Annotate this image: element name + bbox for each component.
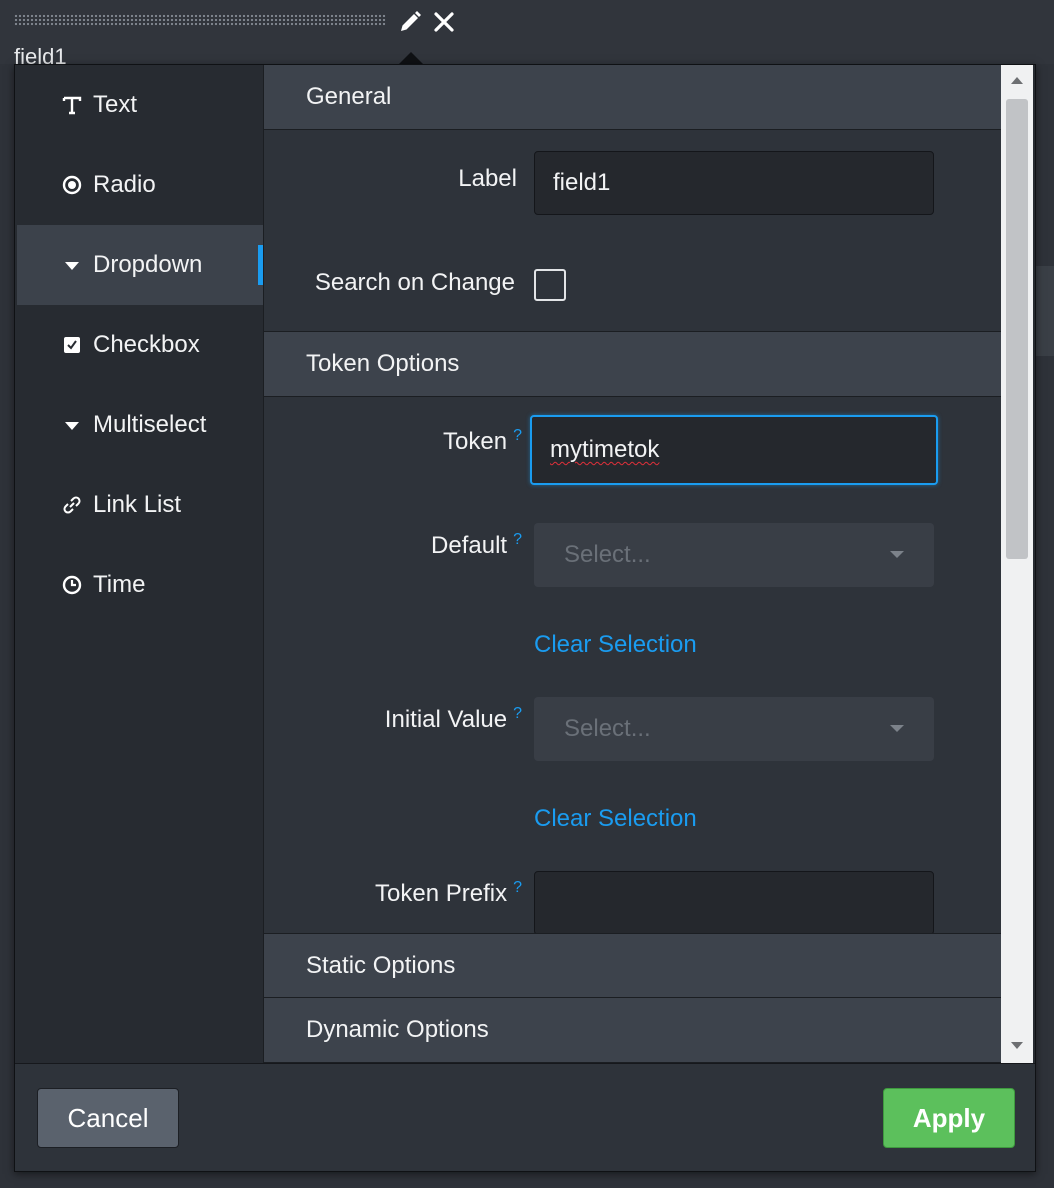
- label-field-label: Label: [458, 165, 517, 192]
- scroll-up-arrow-icon[interactable]: [1011, 77, 1023, 84]
- help-icon[interactable]: ?: [513, 879, 522, 896]
- token-label-text: Token: [443, 428, 508, 455]
- input-type-label: Dropdown: [93, 251, 203, 278]
- scroll-down-arrow-icon[interactable]: [1011, 1042, 1023, 1049]
- chevron-down-icon: [890, 725, 904, 732]
- pencil-icon[interactable]: [396, 8, 424, 36]
- search-on-change-checkbox[interactable]: [534, 269, 566, 301]
- close-icon[interactable]: [430, 8, 458, 36]
- section-token-options-title: Token Options: [306, 350, 460, 377]
- section-general-title: General: [306, 83, 392, 110]
- input-type-link-list[interactable]: Link List: [17, 465, 263, 545]
- default-select-placeholder: Select...: [564, 541, 651, 568]
- initial-value-select[interactable]: Select...: [534, 697, 934, 761]
- caret-down-icon: [61, 414, 83, 436]
- radio-icon: [61, 174, 83, 196]
- apply-button[interactable]: Apply: [883, 1088, 1015, 1148]
- panel-header-strip: field1: [0, 0, 1054, 69]
- default-label: Default?: [264, 531, 522, 560]
- section-dynamic-options[interactable]: Dynamic Options: [264, 997, 1001, 1063]
- initial-value-label: Initial Value?: [264, 705, 522, 734]
- input-type-checkbox[interactable]: Checkbox: [17, 305, 263, 385]
- caret-down-icon: [61, 254, 83, 276]
- clear-selection-default-link[interactable]: Clear Selection: [534, 631, 697, 659]
- drag-handle-icon[interactable]: [14, 14, 386, 26]
- section-token-options[interactable]: Token Options: [264, 331, 1001, 397]
- help-icon[interactable]: ?: [513, 531, 522, 548]
- input-type-radio[interactable]: Radio: [17, 145, 263, 225]
- input-type-label: Time: [93, 571, 146, 598]
- input-type-dropdown[interactable]: Dropdown: [17, 225, 263, 305]
- clear-selection-initial-link[interactable]: Clear Selection: [534, 805, 697, 833]
- text-icon: [61, 94, 83, 116]
- input-type-label: Checkbox: [93, 331, 200, 358]
- help-icon[interactable]: ?: [513, 705, 522, 722]
- initial-value-select-placeholder: Select...: [564, 715, 651, 742]
- input-type-text[interactable]: Text: [17, 65, 263, 145]
- token-prefix-input[interactable]: [534, 871, 934, 935]
- token-label: Token?: [264, 427, 522, 456]
- background-panel-edge: [1034, 266, 1054, 356]
- clock-icon: [61, 574, 83, 596]
- token-input-value: mytimetok: [550, 436, 660, 463]
- settings-scrollbar[interactable]: [1001, 65, 1033, 1063]
- section-static-options-title: Static Options: [306, 952, 456, 979]
- cancel-button[interactable]: Cancel: [37, 1088, 179, 1148]
- scrollbar-thumb[interactable]: [1006, 99, 1028, 559]
- checkbox-icon: [61, 334, 83, 356]
- initial-value-label-text: Initial Value: [384, 706, 508, 733]
- popover-footer: Cancel Apply: [15, 1063, 1035, 1171]
- input-type-label: Multiselect: [93, 411, 207, 438]
- section-dynamic-options-title: Dynamic Options: [306, 1016, 489, 1043]
- search-on-change-label: Search on Change: [314, 269, 515, 296]
- input-editor-popover: Text Radio Dropdown Checkbox Multiselect: [14, 64, 1036, 1172]
- label-input[interactable]: field1: [534, 151, 934, 215]
- section-general[interactable]: General: [264, 65, 1001, 130]
- token-prefix-label: Token Prefix?: [264, 879, 522, 908]
- input-type-multiselect[interactable]: Multiselect: [17, 385, 263, 465]
- token-prefix-label-text: Token Prefix: [375, 880, 508, 907]
- input-type-label: Link List: [93, 491, 182, 518]
- token-input[interactable]: mytimetok: [530, 415, 938, 485]
- input-type-time[interactable]: Time: [17, 545, 263, 625]
- input-type-label: Text: [93, 91, 138, 118]
- input-type-list: Text Radio Dropdown Checkbox Multiselect: [17, 65, 263, 1063]
- default-select[interactable]: Select...: [534, 523, 934, 587]
- chevron-down-icon: [890, 551, 904, 558]
- settings-panel: General Label field1 Search on Change To…: [263, 65, 1001, 1063]
- default-label-text: Default: [431, 532, 508, 559]
- label-input-value: field1: [553, 169, 611, 196]
- input-type-label: Radio: [93, 171, 156, 198]
- link-icon: [61, 494, 83, 516]
- section-static-options[interactable]: Static Options: [264, 933, 1001, 999]
- help-icon[interactable]: ?: [513, 427, 522, 444]
